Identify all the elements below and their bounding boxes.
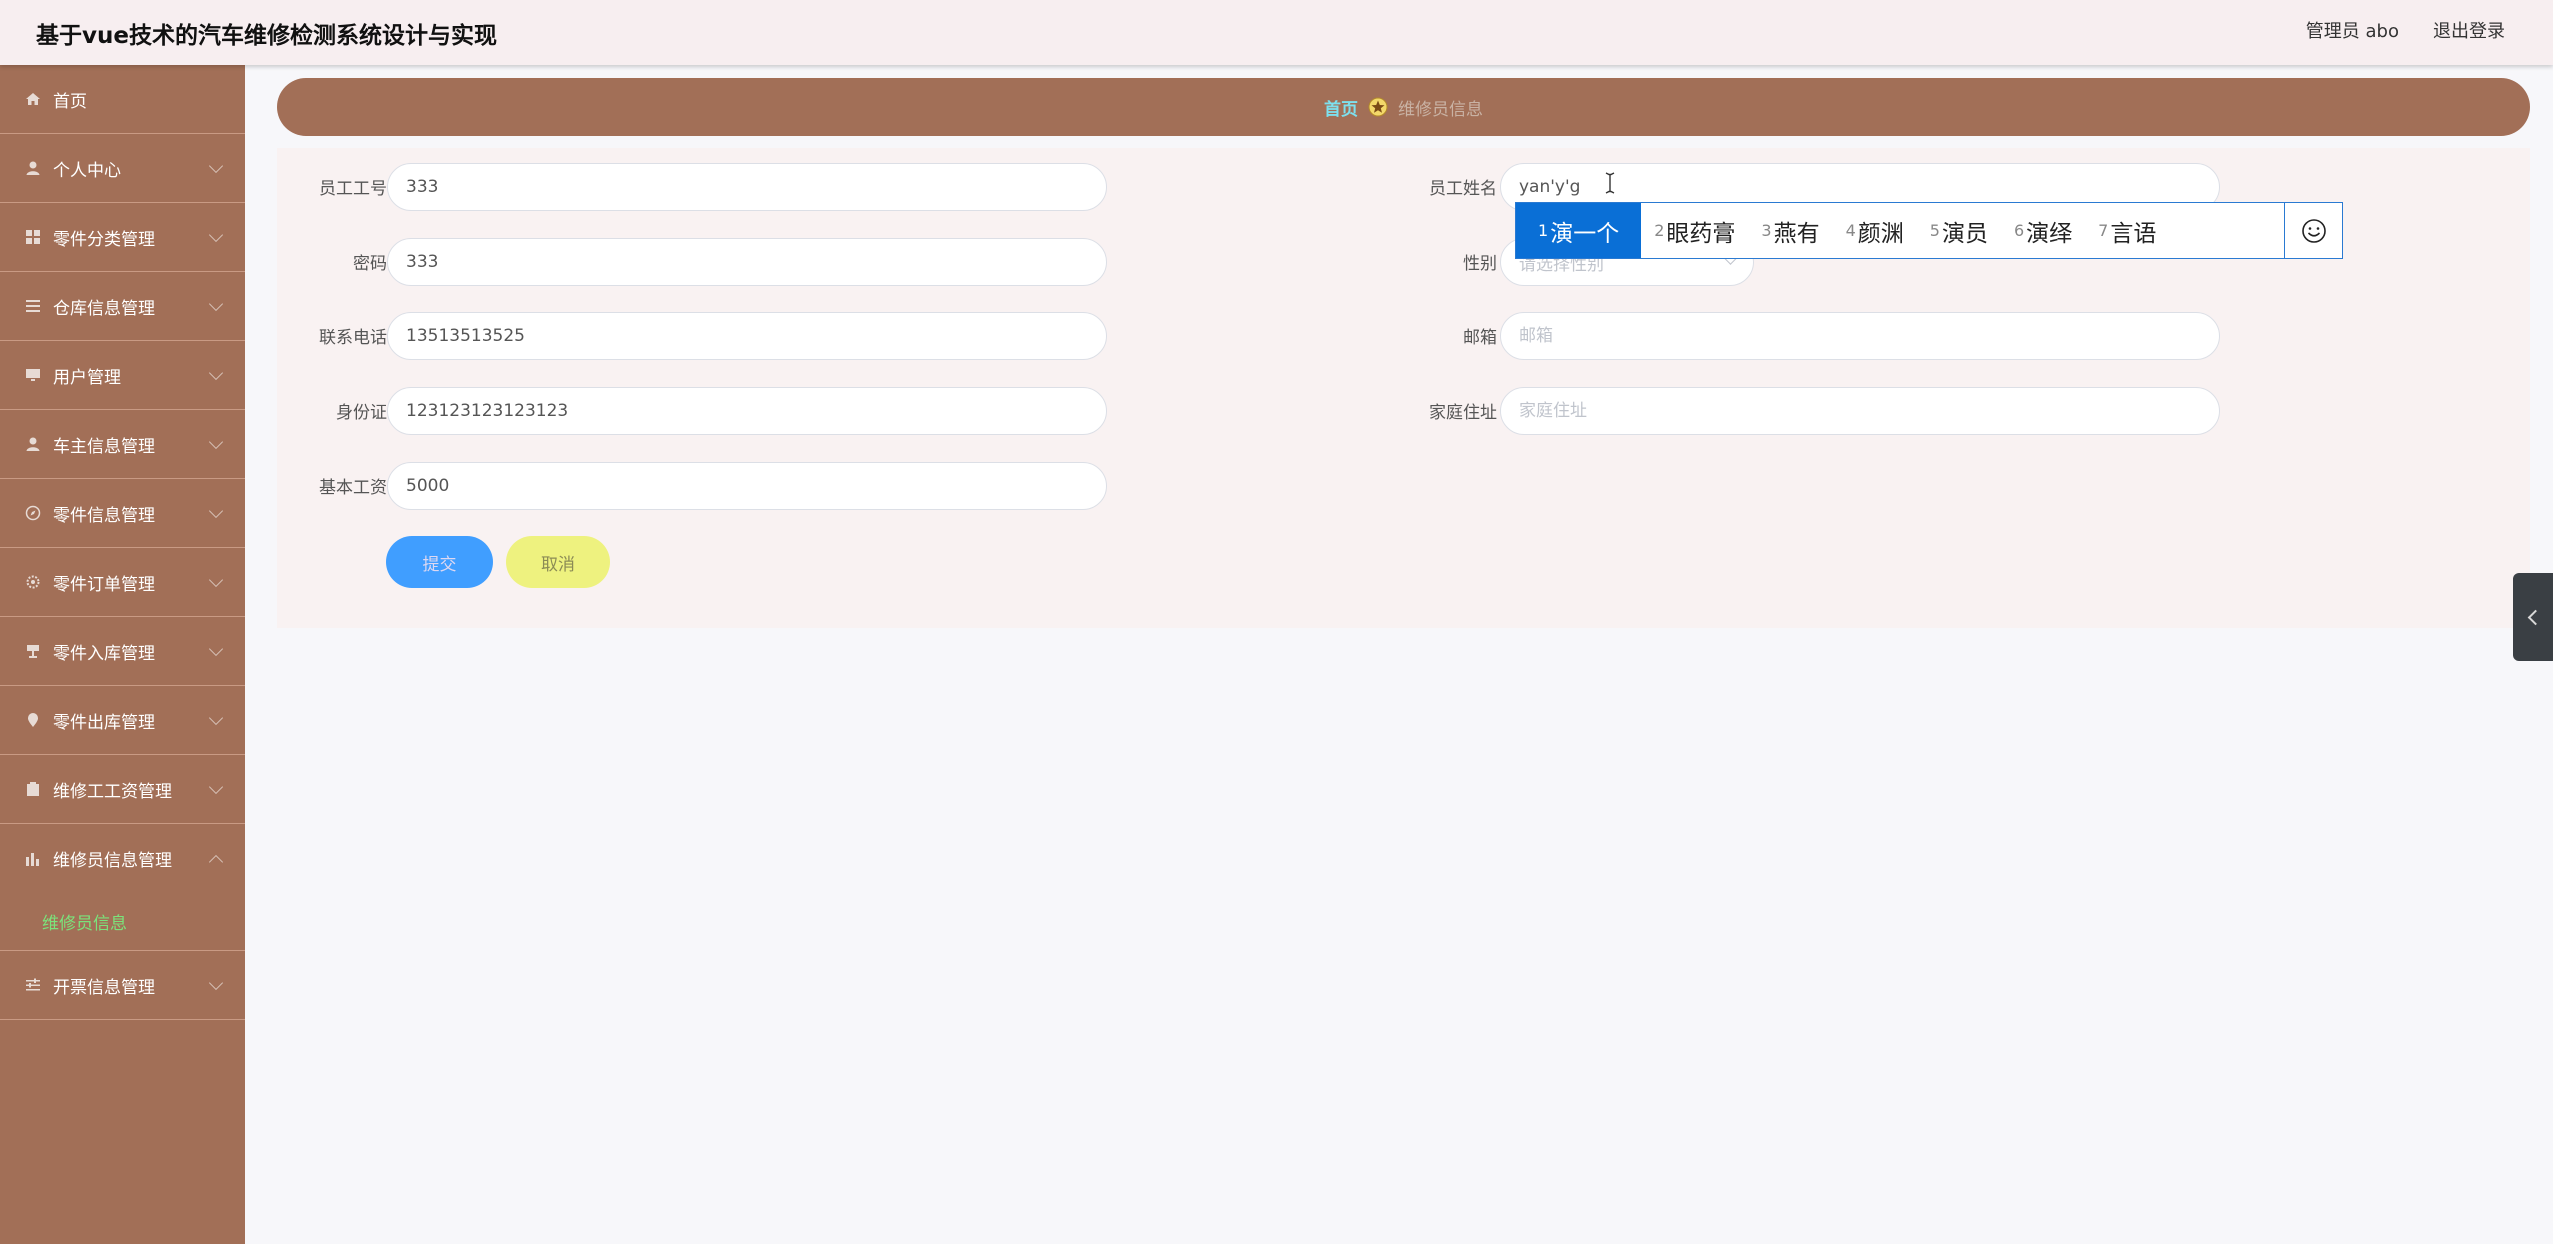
ime-candidate[interactable]: 3 燕有 — [1748, 203, 1832, 258]
chevron-down-icon — [208, 572, 224, 588]
sidebar-item-home[interactable]: 首页 — [0, 65, 245, 134]
current-user: 管理员 abo — [2305, 21, 2399, 42]
sidebar-item-label: 开票信息管理 — [53, 977, 155, 998]
sidebar-item-label: 零件信息管理 — [53, 505, 155, 526]
grid-icon — [25, 229, 41, 245]
emoji-icon[interactable] — [2284, 203, 2342, 258]
breadcrumb-current: 维修员信息 — [1398, 99, 1483, 120]
chevron-down-icon — [208, 227, 224, 243]
app-title: 基于vue技术的汽车维修检测系统设计与实现 — [36, 23, 497, 49]
chevron-down-icon — [208, 779, 224, 795]
chevron-down-icon — [208, 158, 224, 174]
email-input[interactable] — [1500, 312, 2220, 360]
sidebar-item-label: 零件分类管理 — [53, 229, 155, 250]
sidebar-item-label: 零件出库管理 — [53, 712, 155, 733]
star-icon — [1368, 97, 1388, 117]
ime-candidate[interactable]: 6 演绎 — [2001, 203, 2085, 258]
ime-candidate[interactable]: 4 颜渊 — [1833, 203, 1917, 258]
sidebar-item-repairman-info[interactable]: 维修员信息管理 — [0, 824, 245, 893]
ime-candidate-window: 1 演一个 2 眼药膏 3 燕有 4 颜渊 5 演员 6 演绎 7 言语 — [1515, 202, 2343, 259]
chevron-up-icon — [208, 854, 224, 870]
home-icon — [25, 91, 41, 107]
chevron-down-icon — [208, 434, 224, 450]
ime-candidate[interactable]: 7 言语 — [2085, 203, 2169, 258]
sidebar-item-invoice[interactable]: 开票信息管理 — [0, 951, 245, 1020]
text-cursor-icon — [1604, 172, 1616, 194]
sliders-icon — [25, 977, 41, 993]
employee-name-label: 员工姓名 — [1429, 179, 1497, 199]
sidebar-item-salary[interactable]: 维修工工资管理 — [0, 755, 245, 824]
sidebar-item-personal-center[interactable]: 个人中心 — [0, 134, 245, 203]
stamp-icon — [25, 643, 41, 659]
sidebar-item-part-category[interactable]: 零件分类管理 — [0, 203, 245, 272]
gear-icon — [25, 574, 41, 590]
base-salary-input[interactable] — [387, 462, 1107, 510]
user-icon — [25, 160, 41, 176]
sidebar-item-label: 仓库信息管理 — [53, 298, 155, 319]
monitor-icon — [25, 367, 41, 383]
chevron-down-icon — [208, 365, 224, 381]
sidebar: 首页 个人中心 零件分类管理 仓库信息管理 用户管理 车主信息管理 零件信息管理… — [0, 65, 245, 1244]
sidebar-item-label: 维修工工资管理 — [53, 781, 172, 802]
chevron-left-icon — [2527, 609, 2544, 625]
phone-input[interactable] — [387, 312, 1107, 360]
sidebar-subitem-repairman[interactable]: 维修员信息 — [0, 893, 245, 951]
ime-candidate[interactable]: 1 演一个 — [1516, 203, 1642, 258]
side-panel-toggle[interactable] — [2513, 573, 2553, 661]
sidebar-item-user-management[interactable]: 用户管理 — [0, 341, 245, 410]
password-label: 密码 — [353, 254, 387, 274]
sidebar-item-part-order[interactable]: 零件订单管理 — [0, 548, 245, 617]
list-icon — [25, 298, 41, 314]
ime-candidate[interactable]: 2 眼药膏 — [1641, 203, 1748, 258]
sidebar-item-owner-info[interactable]: 车主信息管理 — [0, 410, 245, 479]
chevron-down-icon — [208, 710, 224, 726]
chevron-down-icon — [208, 296, 224, 312]
sidebar-item-label: 个人中心 — [53, 160, 121, 181]
cancel-button[interactable]: 取消 — [506, 536, 610, 588]
logout-link[interactable]: 退出登录 — [2433, 17, 2505, 43]
employee-no-input[interactable] — [387, 163, 1107, 211]
sidebar-item-part-outbound[interactable]: 零件出库管理 — [0, 686, 245, 755]
gender-label: 性别 — [1463, 254, 1497, 274]
address-input[interactable] — [1500, 387, 2220, 435]
submit-button[interactable]: 提交 — [386, 536, 493, 588]
sidebar-item-label: 零件入库管理 — [53, 643, 155, 664]
sidebar-item-label: 车主信息管理 — [53, 436, 155, 457]
id-card-label: 身份证 — [336, 403, 387, 423]
phone-label: 联系电话 — [319, 328, 387, 348]
sidebar-item-label: 零件订单管理 — [53, 574, 155, 595]
employee-no-label: 员工工号 — [319, 179, 387, 199]
location-icon — [25, 712, 41, 728]
person-icon — [25, 436, 41, 452]
sidebar-item-label: 首页 — [53, 91, 87, 112]
sidebar-item-part-inbound[interactable]: 零件入库管理 — [0, 617, 245, 686]
id-card-input[interactable] — [387, 387, 1107, 435]
chevron-down-icon — [208, 503, 224, 519]
clipboard-icon — [25, 781, 41, 797]
base-salary-label: 基本工资 — [319, 478, 387, 498]
password-input[interactable] — [387, 238, 1107, 286]
chart-icon — [25, 851, 41, 867]
email-label: 邮箱 — [1463, 328, 1497, 348]
sidebar-item-label: 用户管理 — [53, 367, 121, 388]
top-header: 基于vue技术的汽车维修检测系统设计与实现 管理员 abo 退出登录 — [0, 0, 2553, 65]
sidebar-item-part-info[interactable]: 零件信息管理 — [0, 479, 245, 548]
chevron-down-icon — [208, 641, 224, 657]
sidebar-item-label: 维修员信息管理 — [53, 851, 172, 871]
sidebar-item-warehouse[interactable]: 仓库信息管理 — [0, 272, 245, 341]
breadcrumb: 首页 维修员信息 — [277, 78, 2530, 136]
breadcrumb-home[interactable]: 首页 — [1324, 95, 1358, 120]
chevron-down-icon — [208, 975, 224, 991]
ime-candidate[interactable]: 5 演员 — [1917, 203, 2001, 258]
address-label: 家庭住址 — [1429, 403, 1497, 423]
compass-icon — [25, 505, 41, 521]
